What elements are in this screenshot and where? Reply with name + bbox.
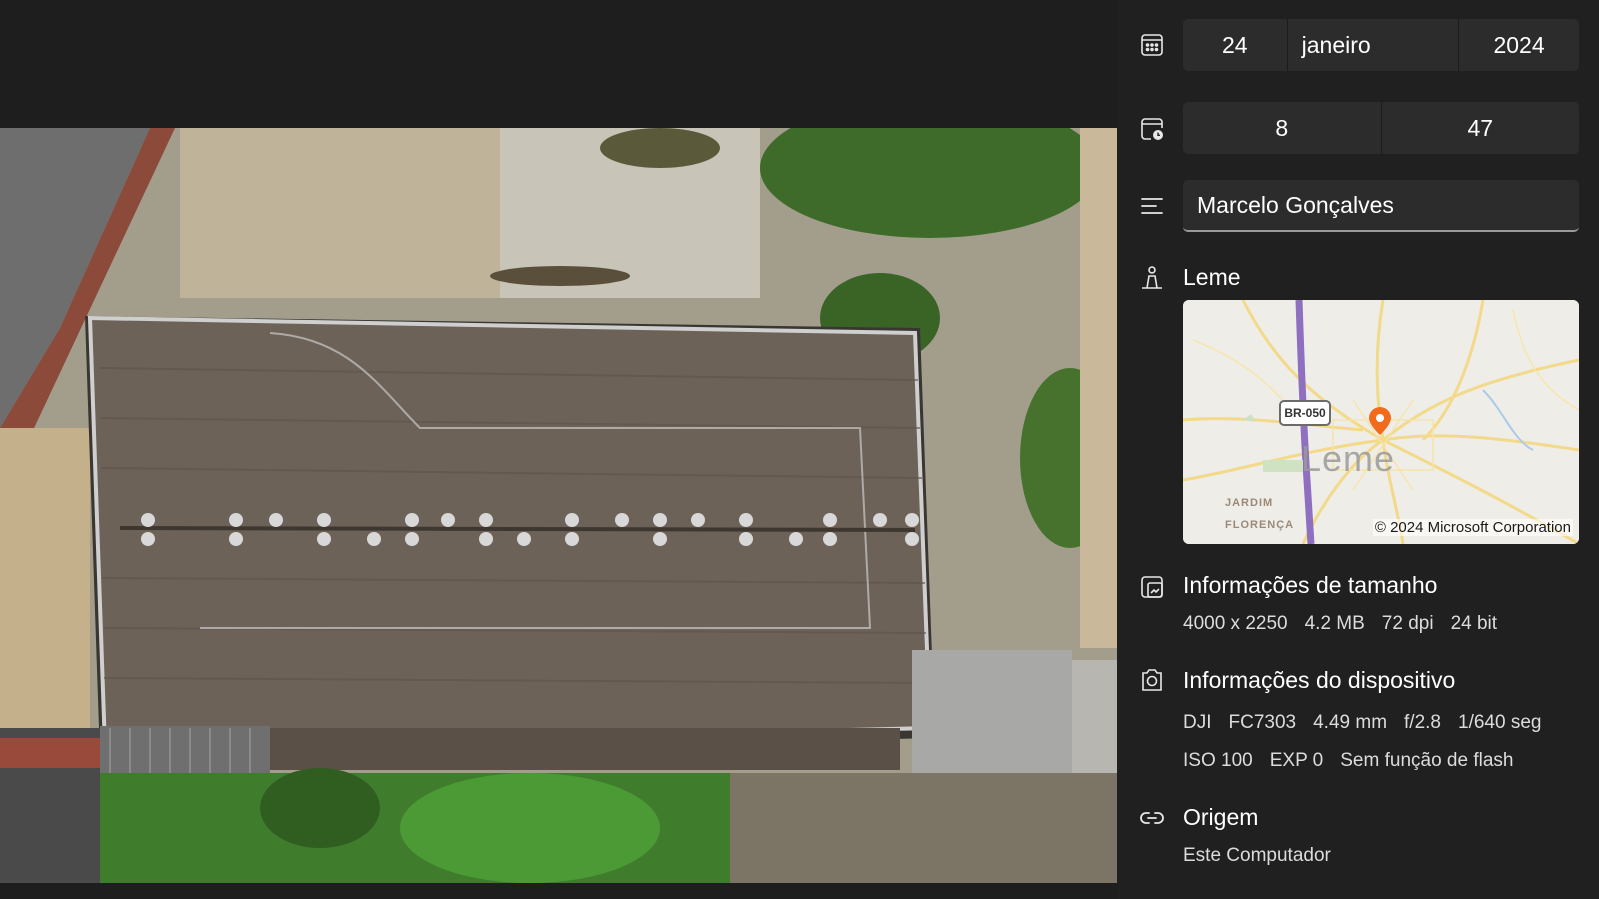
location-map[interactable]: BR-050 Leme JARDIM FLORENÇA © 2024 Micro… xyxy=(1183,300,1579,544)
device-info-line-1: DJI FC7303 4.49 mm f/2.8 1/640 seg xyxy=(1183,712,1541,734)
origin-title: Origem xyxy=(1183,804,1259,830)
location-pin-icon xyxy=(1367,406,1393,436)
exposure-value: EXP 0 xyxy=(1269,750,1324,771)
month-field[interactable]: janeiro xyxy=(1288,19,1460,71)
map-copyright: © 2024 Microsoft Corporation xyxy=(1372,519,1573,536)
file-size: 4.2 MB xyxy=(1304,613,1365,634)
district-line-1: JARDIM xyxy=(1225,497,1274,509)
size-info-title: Informações de tamanho xyxy=(1183,572,1438,598)
info-panel: 24 janeiro 2024 8 47 Marcelo Gonçalves L… xyxy=(1117,0,1599,899)
camera-model: FC7303 xyxy=(1228,712,1297,733)
device-info-line-2: ISO 100 EXP 0 Sem função de flash xyxy=(1183,750,1513,772)
shutter-speed: 1/640 seg xyxy=(1458,712,1542,733)
calendar-icon xyxy=(1139,32,1165,58)
image-size-icon xyxy=(1139,574,1165,600)
iso-value: ISO 100 xyxy=(1183,750,1253,771)
map-city-label: Leme xyxy=(1301,438,1396,479)
flash-mode: Sem função de flash xyxy=(1340,750,1514,771)
bit-depth: 24 bit xyxy=(1450,613,1498,634)
text-lines-icon xyxy=(1139,193,1165,219)
location-person-icon xyxy=(1139,265,1165,291)
camera-make: DJI xyxy=(1183,712,1212,733)
link-icon xyxy=(1139,805,1165,831)
date-picker[interactable]: 24 janeiro 2024 xyxy=(1183,19,1579,71)
image-dimensions: 4000 x 2250 xyxy=(1183,613,1288,634)
map-district-label: JARDIM FLORENÇA xyxy=(1225,492,1294,536)
clock-calendar-icon xyxy=(1139,116,1165,142)
image-dpi: 72 dpi xyxy=(1381,613,1434,634)
time-picker[interactable]: 8 47 xyxy=(1183,102,1579,154)
hour-field[interactable]: 8 xyxy=(1183,102,1382,154)
district-line-2: FLORENÇA xyxy=(1225,519,1295,531)
focal-length: 4.49 mm xyxy=(1313,712,1388,733)
day-field[interactable]: 24 xyxy=(1183,19,1288,71)
author-input[interactable]: Marcelo Gonçalves xyxy=(1183,180,1579,232)
aperture: f/2.8 xyxy=(1404,712,1442,733)
minute-field[interactable]: 47 xyxy=(1382,102,1580,154)
size-info-details: 4000 x 2250 4.2 MB 72 dpi 24 bit xyxy=(1183,613,1497,635)
aerial-photo xyxy=(0,128,1117,883)
camera-icon xyxy=(1139,667,1165,693)
year-field[interactable]: 2024 xyxy=(1459,19,1579,71)
location-name: Leme xyxy=(1183,264,1241,290)
photo-viewer xyxy=(0,0,1117,899)
origin-value: Este Computador xyxy=(1183,845,1331,866)
road-label: BR-050 xyxy=(1279,400,1331,426)
device-info-title: Informações do dispositivo xyxy=(1183,667,1456,693)
